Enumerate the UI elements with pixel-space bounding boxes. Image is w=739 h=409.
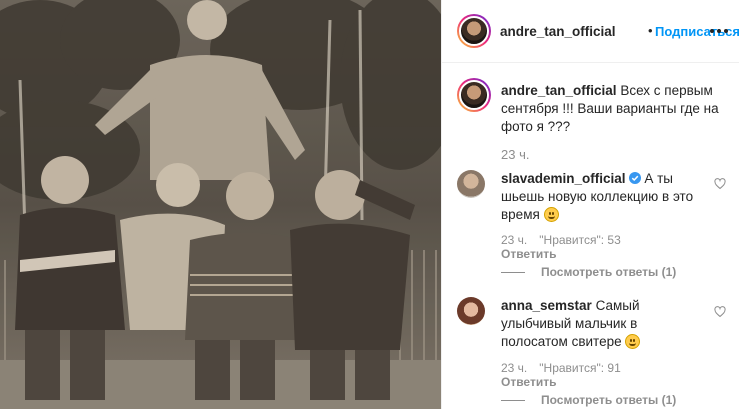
comment-likes[interactable]: "Нравится": 53	[539, 233, 621, 247]
heart-outline-icon[interactable]	[714, 178, 726, 190]
comment-time[interactable]: 23 ч.	[501, 361, 527, 375]
reply-button[interactable]: Ответить	[501, 247, 556, 261]
comment-username[interactable]: slavademin_official	[501, 171, 626, 186]
comment-avatar-anna[interactable]	[457, 297, 485, 325]
comment-avatar-slavademin[interactable]	[457, 170, 485, 198]
replies-divider	[501, 399, 525, 401]
caption-avatar[interactable]	[457, 78, 491, 112]
caption-time[interactable]: 23 ч.	[501, 147, 529, 162]
sepia-photo-of-children	[0, 0, 441, 409]
comment-username[interactable]: anna_semstar	[501, 298, 592, 313]
comment-text-block: anna_semstar Самый улыбчивый мальчик в п…	[501, 297, 701, 351]
view-replies-label: Посмотреть ответы (1)	[541, 393, 677, 407]
comment-text-block: slavademin_official А ты шьешь новую кол…	[501, 170, 701, 224]
instagram-post: andre_tan_official • Подписаться andre_t…	[0, 0, 739, 409]
comment-meta: 23 ч. "Нравится": 53	[501, 233, 621, 247]
comments-list: andre_tan_official Всех с первым сентябр…	[442, 64, 739, 409]
view-replies-button[interactable]: Посмотреть ответы (1)	[501, 393, 676, 407]
reply-button[interactable]: Ответить	[501, 375, 556, 389]
caption-text-block: andre_tan_official Всех с первым сентябр…	[501, 82, 726, 136]
caption-username[interactable]: andre_tan_official	[501, 83, 617, 98]
comment-meta: 23 ч. "Нравится": 91	[501, 361, 621, 375]
smiling-face-emoji	[543, 207, 559, 222]
smiling-face-emoji	[625, 334, 641, 349]
view-replies-button[interactable]: Посмотреть ответы (1)	[501, 265, 676, 279]
author-username[interactable]: andre_tan_official	[500, 24, 616, 39]
more-horizontal-icon[interactable]	[710, 29, 728, 33]
verified-badge-icon	[628, 171, 641, 184]
header-separator: •	[648, 23, 653, 38]
comment-time[interactable]: 23 ч.	[501, 233, 527, 247]
post-header: andre_tan_official • Подписаться	[442, 0, 739, 63]
heart-outline-icon[interactable]	[714, 306, 726, 318]
replies-divider	[501, 271, 525, 273]
author-avatar[interactable]	[457, 14, 491, 48]
post-photo[interactable]	[0, 0, 441, 409]
comment-likes[interactable]: "Нравится": 91	[539, 361, 621, 375]
post-side-panel: andre_tan_official • Подписаться andre_t…	[441, 0, 739, 409]
view-replies-label: Посмотреть ответы (1)	[541, 265, 677, 279]
